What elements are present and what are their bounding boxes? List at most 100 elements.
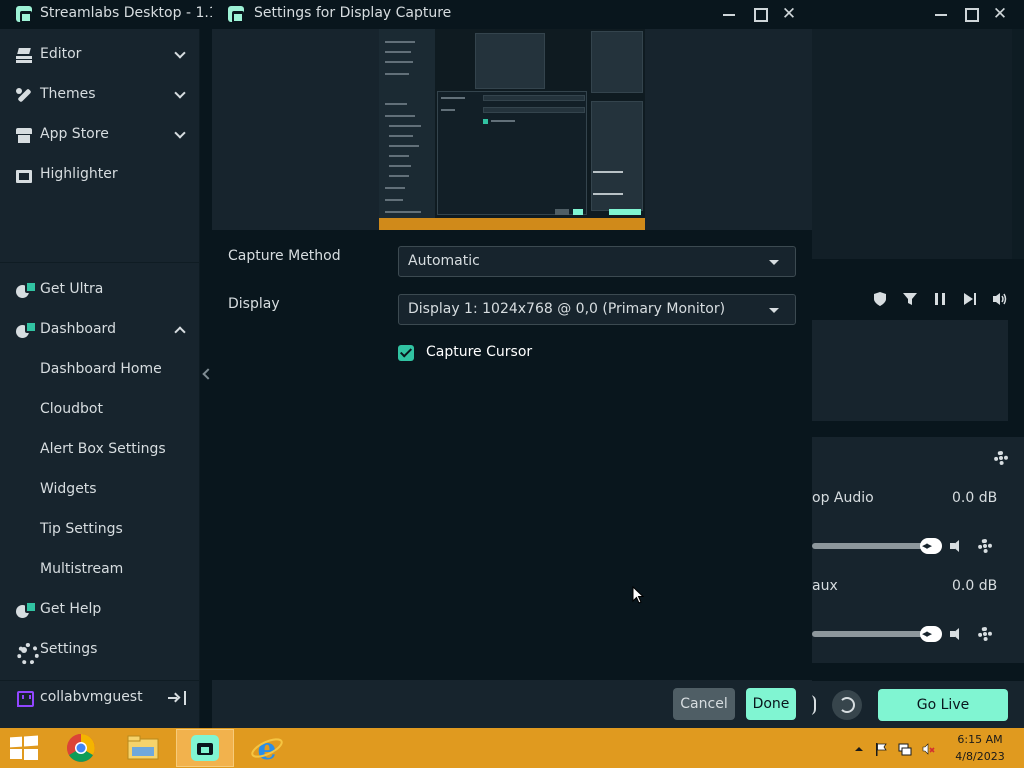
sidebar-item-label: Multistream: [40, 561, 124, 577]
preview-slider: [593, 171, 623, 173]
capture-cursor-label[interactable]: Capture Cursor: [426, 344, 532, 360]
preview-done: [573, 209, 583, 215]
sidebar-item-widgets[interactable]: Widgets: [0, 473, 200, 507]
sidebar-item-label: Cloudbot: [40, 401, 103, 417]
preview-checkbox: [483, 119, 488, 124]
sidebar-item-label: Get Help: [40, 601, 102, 617]
preview-line: [389, 175, 409, 177]
streamlabs-taskbar-button[interactable]: [176, 729, 234, 767]
sidebar-item-cloudbot[interactable]: Cloudbot: [0, 393, 200, 427]
sidebar-item-highlighter[interactable]: Highlighter: [0, 158, 200, 192]
chevron-down-icon: [174, 47, 186, 59]
sidebar-item-alert-box-settings[interactable]: Alert Box Settings: [0, 433, 200, 467]
source-preview-panel: [212, 29, 812, 230]
show-hidden-icons-icon[interactable]: [852, 741, 866, 755]
mixer-source-db: 0.0 dB: [952, 490, 998, 506]
dialog-footer: Cancel Done: [212, 680, 812, 728]
preview-line: [491, 120, 515, 122]
preview-line: [389, 125, 421, 127]
preview-line: [385, 115, 415, 117]
sidebar-item-dashboard-home[interactable]: Dashboard Home: [0, 353, 200, 387]
source-gear-icon[interactable]: [978, 539, 992, 553]
preview-line: [389, 135, 413, 137]
sidebar-item-get-ultra[interactable]: Get Ultra: [0, 273, 200, 307]
display-select[interactable]: Display 1: 1024x768 @ 0,0 (Primary Monit…: [398, 294, 796, 325]
sidebar-item-editor[interactable]: Editor: [0, 38, 200, 72]
sidebar-item-label: Widgets: [40, 481, 97, 497]
volume-slider-handle[interactable]: [920, 538, 942, 554]
source-gear-icon[interactable]: [978, 627, 992, 641]
main-close-button[interactable]: ✕: [989, 4, 1011, 24]
sidebar-item-tip-settings[interactable]: Tip Settings: [0, 513, 200, 547]
taskbar-time[interactable]: 6:15 AM: [950, 733, 1010, 746]
speaker-icon[interactable]: [950, 539, 964, 553]
sidebar-item-app-store[interactable]: App Store: [0, 118, 200, 152]
capture-cursor-checkbox[interactable]: [398, 345, 414, 361]
filter-icon[interactable]: [902, 291, 918, 307]
display-capture-preview: [379, 29, 645, 230]
mixer-gear-icon[interactable]: [994, 451, 1008, 465]
speaker-icon[interactable]: [950, 627, 964, 641]
shield-icon[interactable]: [872, 291, 888, 307]
display-value: Display 1: 1024x768 @ 0,0 (Primary Monit…: [408, 301, 726, 317]
go-live-button[interactable]: Go Live: [878, 689, 1008, 721]
streamlabs-logo-icon: [16, 6, 32, 23]
preview-line: [385, 199, 403, 201]
sidebar-item-label: Editor: [40, 46, 82, 62]
preview-line: [385, 51, 411, 53]
internet-explorer-taskbar-button[interactable]: e: [238, 729, 296, 767]
sidebar-item-themes[interactable]: Themes: [0, 78, 200, 112]
windows-start-button[interactable]: [10, 735, 38, 761]
dialog-minimize-button[interactable]: [718, 4, 740, 24]
username: collabvmguest: [40, 689, 143, 705]
preview-go-live: [609, 209, 641, 215]
sidebar-item-settings[interactable]: Settings: [0, 633, 200, 667]
preview-line: [385, 41, 415, 43]
user-account-row[interactable]: collabvmguest: [0, 680, 200, 714]
preview-line: [389, 155, 409, 157]
logout-bar: [184, 691, 186, 705]
volume-muted-icon[interactable]: [922, 741, 936, 755]
action-center-flag-icon[interactable]: [874, 741, 888, 756]
chevron-down-icon: [769, 260, 779, 265]
themes-icon: [16, 87, 32, 103]
chevron-down-icon: [174, 127, 186, 139]
sidebar-item-dashboard[interactable]: Dashboard: [0, 313, 200, 347]
main-maximize-button[interactable]: [959, 4, 981, 24]
volume-slider-handle[interactable]: [920, 626, 942, 642]
skip-forward-icon[interactable]: [962, 291, 978, 307]
preview-line: [385, 211, 421, 213]
dialog-close-button[interactable]: ✕: [778, 4, 800, 24]
sidebar-item-label: App Store: [40, 126, 109, 142]
display-label: Display: [228, 296, 280, 312]
capture-method-select[interactable]: Automatic: [398, 246, 796, 277]
sources-list: [812, 320, 1008, 421]
volume-icon[interactable]: [992, 291, 1008, 307]
preview-window: [475, 33, 545, 89]
capture-method-label: Capture Method: [228, 248, 341, 264]
svg-text:e: e: [257, 732, 276, 767]
main-minimize-button[interactable]: [930, 4, 952, 24]
dialog-maximize-button[interactable]: [748, 4, 770, 24]
cancel-button[interactable]: Cancel: [673, 688, 735, 720]
chrome-taskbar-button[interactable]: [52, 729, 110, 767]
editor-icon: [16, 47, 32, 63]
streamlabs-logo-icon: [228, 6, 244, 23]
network-icon[interactable]: [898, 741, 912, 756]
done-button[interactable]: Done: [746, 688, 796, 720]
audio-mixer: [812, 437, 1024, 663]
preview-slider: [593, 193, 623, 195]
sidebar-item-label: Get Ultra: [40, 281, 104, 297]
windows-taskbar: e 6:15 AM 4/8/2023: [0, 728, 1024, 768]
replay-buffer-button[interactable]: [832, 690, 862, 720]
sidebar-item-label: Settings: [40, 641, 98, 657]
sidebar-item-get-help[interactable]: Get Help: [0, 593, 200, 627]
file-explorer-taskbar-button[interactable]: [114, 729, 172, 767]
logout-icon[interactable]: [168, 691, 182, 705]
preview-select: [483, 107, 585, 113]
pause-icon[interactable]: [932, 291, 948, 307]
chevron-down-icon: [174, 87, 186, 99]
highlighter-icon: [16, 167, 32, 183]
taskbar-date[interactable]: 4/8/2023: [950, 750, 1010, 763]
sidebar-item-multistream[interactable]: Multistream: [0, 553, 200, 587]
